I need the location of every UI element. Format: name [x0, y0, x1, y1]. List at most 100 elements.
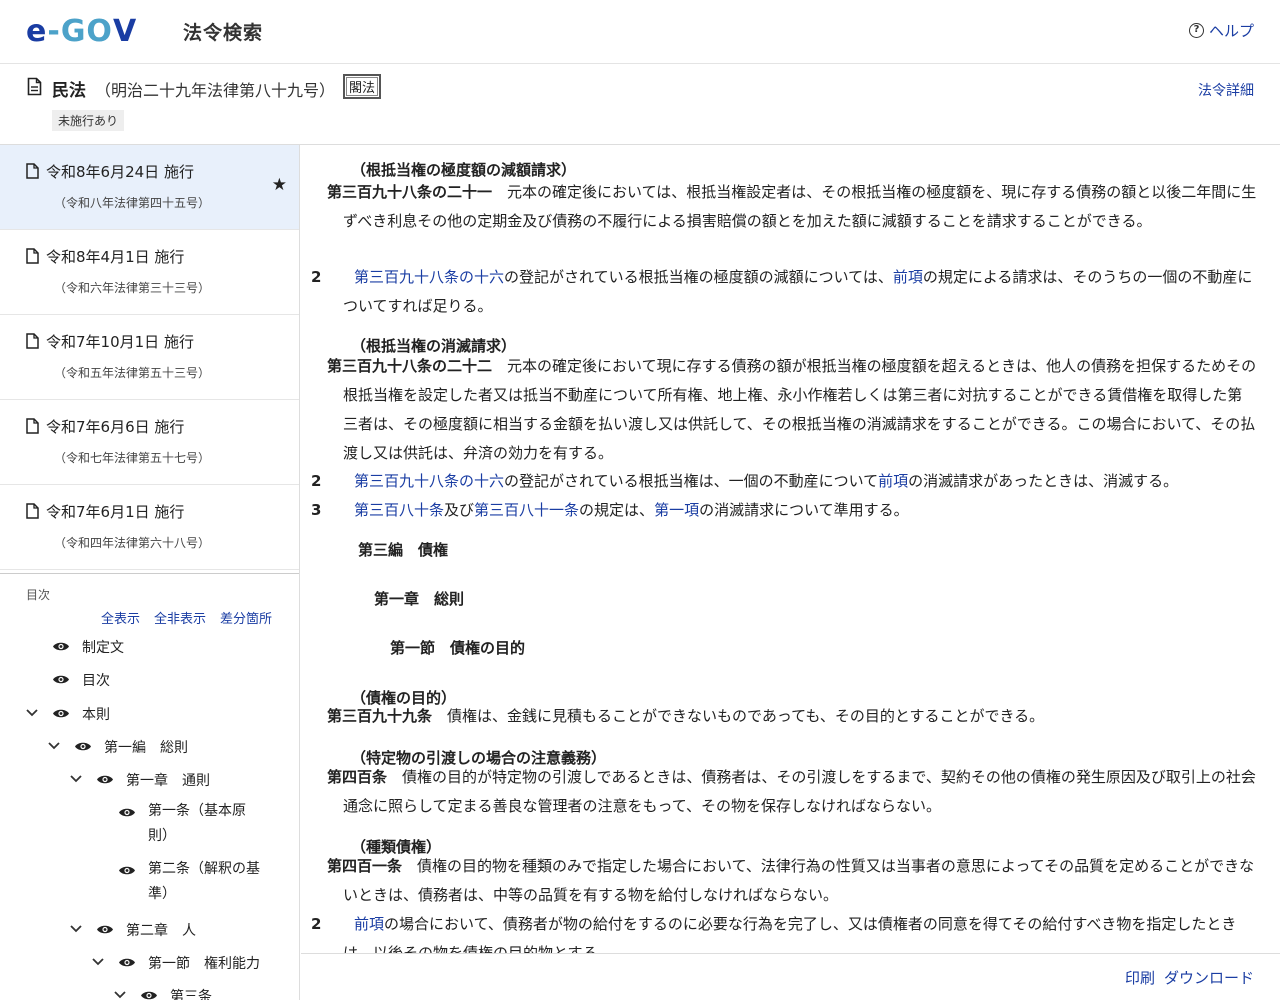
law-type-badge: 閣法	[343, 74, 382, 99]
egov-logo[interactable]: e - GO V	[26, 17, 137, 47]
version-item[interactable]: 令和7年10月1日 施行 （令和五年法律第五十三号）	[0, 315, 299, 400]
eye-icon[interactable]	[140, 990, 158, 1000]
version-date: 令和7年6月6日 施行	[46, 418, 185, 436]
law-name: 民法	[52, 81, 86, 101]
article-text: の登記がされている根抵当権は、一個の不動産について	[504, 472, 879, 490]
download-link[interactable]: ダウンロード	[1164, 967, 1254, 988]
article-link[interactable]: 第三百八十一条	[474, 501, 579, 519]
version-date: 令和8年4月1日 施行	[46, 248, 185, 266]
toc-item[interactable]: 第二章 人	[96, 920, 196, 940]
toc-item-label-line: 則）	[148, 828, 176, 844]
toc-item[interactable]: 第一編 総則	[74, 737, 188, 757]
help-link[interactable]: ? ヘルプ	[1188, 20, 1254, 41]
toc-item-label-line: 第二条（解釈の基	[148, 861, 260, 877]
logo-v: V	[112, 14, 138, 49]
chevron-down-icon[interactable]	[70, 773, 82, 786]
chevron-down-icon[interactable]	[92, 956, 104, 969]
article-title: 第三百九十八条の二十二	[327, 357, 493, 375]
toc-item[interactable]: 第三条	[140, 986, 212, 1000]
site-header: e - GO V 法令検索 ? ヘルプ	[0, 0, 1280, 64]
toc-item-label: 目次	[82, 673, 110, 689]
version-item[interactable]: 令和8年6月24日 施行 （令和八年法律第四十五号） ★	[0, 145, 299, 230]
chevron-down-icon[interactable]	[114, 989, 126, 1000]
chevron-down-icon[interactable]	[26, 707, 38, 720]
toc-item[interactable]: 第一章 通則	[96, 770, 210, 790]
star-icon[interactable]: ★	[272, 175, 287, 195]
status-badge: 未施行あり	[52, 110, 125, 131]
article-caption: （根抵当権の極度額の減額請求）	[351, 161, 577, 179]
footer-bar: 印刷 ダウンロード	[301, 953, 1280, 1000]
chevron-down-icon[interactable]	[48, 740, 60, 753]
help-icon: ?	[1188, 23, 1204, 38]
toc-item[interactable]: 第二条（解釈の基 準）	[118, 861, 260, 907]
logo-e: e	[26, 14, 48, 49]
eye-icon[interactable]	[52, 674, 70, 685]
law-number: （明治二十九年法律第八十九号）	[95, 81, 336, 100]
toc-header: 目次 全表示 全非表示 差分箇所	[0, 574, 299, 632]
eye-icon[interactable]	[52, 641, 70, 652]
article-link[interactable]: 前項	[354, 915, 384, 933]
toc-show-all-link[interactable]: 全表示	[101, 608, 140, 627]
toc-item[interactable]: 第一条（基本原 則）	[118, 803, 246, 849]
law-detail-link[interactable]: 法令詳細	[1198, 80, 1254, 100]
toc-diff-link[interactable]: 差分箇所	[220, 608, 272, 627]
article-text: 及び	[444, 501, 475, 519]
version-item[interactable]: 令和8年4月1日 施行 （令和六年法律第三十三号）	[0, 230, 299, 315]
toc-item-label: 制定文	[82, 640, 124, 656]
version-law: （令和七年法律第五十七号）	[54, 451, 211, 465]
part-heading: 第三編 債権	[358, 541, 449, 559]
version-law: （令和六年法律第三十三号）	[54, 281, 211, 295]
document-icon	[26, 248, 39, 264]
toc-hide-all-link[interactable]: 全非表示	[154, 608, 206, 627]
eye-icon[interactable]	[96, 774, 114, 785]
version-date: 令和7年10月1日 施行	[46, 333, 194, 351]
eye-icon[interactable]	[52, 708, 70, 719]
toc-item[interactable]: 第一節 権利能力	[118, 953, 260, 973]
toc-item-label: 第一条（基本原 則）	[148, 799, 246, 849]
article-link[interactable]: 第三百九十八条の十六	[354, 268, 504, 286]
version-law: （令和五年法律第五十三号）	[54, 366, 211, 380]
toc-item-label-line: 第一条（基本原	[148, 803, 246, 819]
version-list: 令和8年6月24日 施行 （令和八年法律第四十五号） ★ 令和8年4月1日 施行 （令和…	[0, 145, 299, 570]
eye-icon[interactable]	[74, 741, 92, 752]
document-icon	[26, 503, 39, 519]
article-paragraph: 2 第三百九十八条の十六の登記がされている根抵当権は、一個の不動産について前項の消…	[311, 467, 1257, 496]
version-item[interactable]: 令和7年6月1日 施行 （令和四年法律第六十八号）	[0, 485, 299, 570]
document-icon	[27, 77, 42, 96]
eye-icon[interactable]	[118, 865, 136, 876]
article-text: 債権の目的が特定物の引渡しであるときは、債務者は、その引渡しをするまで、契約その…	[343, 768, 1256, 815]
eye-icon[interactable]	[96, 924, 114, 935]
logo-go: GO	[60, 14, 113, 49]
document-icon	[26, 418, 39, 434]
article-link[interactable]: 前項	[893, 268, 923, 286]
article-text: 債権の目的物を種類のみで指定した場合において、法律行為の性質又は当事者の意思によ…	[343, 857, 1255, 904]
help-label: ヘルプ	[1208, 22, 1254, 40]
toc-item[interactable]: 本則	[52, 704, 110, 724]
article-link[interactable]: 第一項	[654, 501, 699, 519]
version-date: 令和8年6月24日 施行	[46, 163, 194, 181]
law-body: （根抵当権の極度額の減額請求） 第三百九十八条の二十一 元本の確定後においては、…	[301, 145, 1280, 953]
article-title: 第三百九十八条の二十一	[327, 183, 493, 201]
print-link[interactable]: 印刷	[1125, 967, 1155, 988]
article-link[interactable]: 第三百八十条	[354, 501, 444, 519]
sidebar: 令和8年6月24日 施行 （令和八年法律第四十五号） ★ 令和8年4月1日 施行 （令和…	[0, 145, 300, 1000]
article-title: 第三百九十九条	[327, 707, 433, 725]
article-link[interactable]: 前項	[878, 472, 908, 490]
version-date: 令和7年6月1日 施行	[46, 503, 185, 521]
eye-icon[interactable]	[118, 957, 136, 968]
toc-item[interactable]: 制定文	[52, 637, 124, 657]
eye-icon[interactable]	[118, 807, 136, 818]
paragraph-number: 2	[311, 472, 322, 490]
version-item[interactable]: 令和7年6月6日 施行 （令和七年法律第五十七号）	[0, 400, 299, 485]
toc-item-label: 第二章 人	[126, 923, 196, 939]
toc-label: 目次	[26, 588, 51, 602]
section-heading: 第一節 債権の目的	[390, 639, 526, 657]
article-title: 第四百条	[327, 768, 388, 786]
toc-item[interactable]: 目次	[52, 670, 110, 690]
paragraph-number: 2	[311, 268, 322, 286]
chevron-down-icon[interactable]	[70, 923, 82, 936]
article-paragraph: 2 第三百九十八条の十六の登記がされている根抵当権の極度額の減額については、前項の…	[311, 263, 1257, 321]
site-title[interactable]: 法令検索	[183, 18, 263, 45]
version-law: （令和四年法律第六十八号）	[54, 536, 211, 550]
article-link[interactable]: 第三百九十八条の十六	[354, 472, 504, 490]
